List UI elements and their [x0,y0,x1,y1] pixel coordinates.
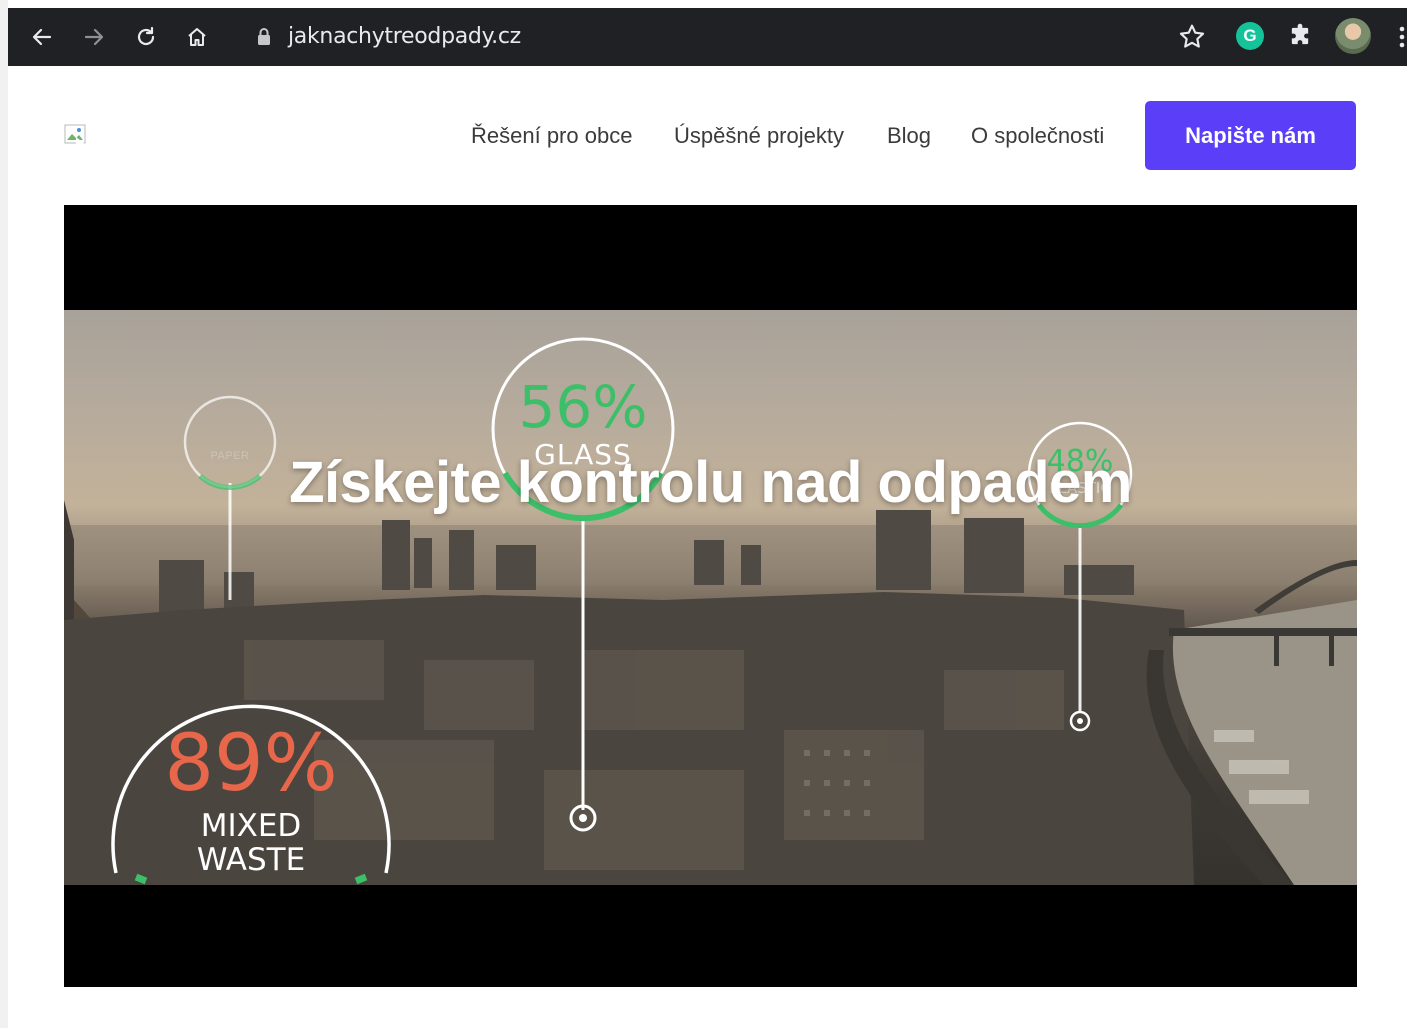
address-bar[interactable]: jaknachytreodpady.cz [234,17,1216,57]
nav-item-blog[interactable]: Blog [887,116,931,156]
reload-icon [137,26,155,46]
badge-mixed-waste: 89% MIXED WASTE [121,719,381,885]
home-button[interactable] [179,19,215,55]
contact-us-button[interactable]: Napište nám [1145,101,1356,170]
bookmark-star-icon[interactable] [1176,21,1208,53]
arrow-left-icon [32,28,52,46]
broken-logo-image-icon[interactable] [64,124,90,148]
back-button[interactable] [24,19,60,55]
arrow-right-icon [84,28,104,46]
url-text: jaknachytreodpady.cz [288,24,521,49]
nav-item-o-spolecnosti[interactable]: O společnosti [971,116,1104,156]
badge-glass-value: 56% [518,373,648,441]
grammarly-extension-icon[interactable]: G [1236,22,1264,50]
profile-avatar[interactable] [1335,18,1371,54]
nav-item-reseni-pro-obce[interactable]: Řešení pro obce [471,116,632,156]
extensions-puzzle-icon[interactable] [1286,22,1314,50]
badge-mixed-waste-value: 89% [164,719,338,809]
page-edge [0,0,8,1028]
browser-toolbar: jaknachytreodpady.cz G [8,8,1407,66]
hero-headline: Získejte kontrolu nad odpadem [289,450,1132,515]
kebab-menu-icon[interactable] [1398,26,1406,48]
reload-button[interactable] [128,19,164,55]
badge-mixed-waste-label: MIXED WASTE [196,808,306,878]
forward-button[interactable] [76,19,112,55]
hero-video[interactable]: PAPER 56% GLASS 48% PLASTIC 89% MIXED WA… [64,205,1357,987]
lock-icon [258,28,270,45]
home-icon [188,28,206,46]
nav-item-uspesne-projekty[interactable]: Úspěšné projekty [674,116,844,156]
